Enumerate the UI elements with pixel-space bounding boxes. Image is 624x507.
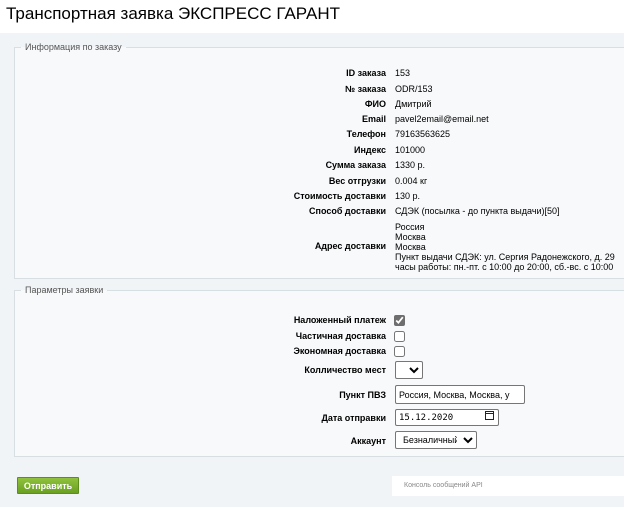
places-label: Колличество мест: [304, 365, 386, 375]
places-select[interactable]: 1: [395, 361, 423, 379]
account-select[interactable]: Безналичный: [395, 431, 477, 449]
address-line: Москва: [395, 232, 426, 242]
partial-delivery-label: Частичная доставка: [295, 331, 386, 341]
address-line: часы работы: пн.-пт. с 10:00 до 20:00, с…: [395, 262, 614, 272]
order-field-value: 1330 р.: [395, 160, 426, 170]
cod-label: Наложенный платеж: [293, 315, 386, 325]
ship-date-label: Дата отправки: [321, 413, 386, 423]
cod-checkbox[interactable]: [394, 315, 405, 326]
pvz-input[interactable]: [395, 385, 525, 404]
order-field-value: 79163563625: [395, 129, 451, 139]
send-button[interactable]: Отправить: [17, 477, 79, 494]
address-line: Россия: [395, 222, 425, 232]
address-value: Россия Москва Москва Пункт выдачи СДЭК: …: [395, 222, 615, 272]
order-field-label: ID заказа: [346, 68, 386, 78]
order-field-label: Способ доставки: [309, 206, 386, 216]
order-field-value: СДЭК (посылка - до пункта выдачи)[50]: [395, 206, 560, 216]
order-field-label: № заказа: [345, 84, 386, 94]
economy-delivery-label: Экономная доставка: [293, 346, 386, 356]
ship-date-input[interactable]: [395, 409, 499, 426]
page-title: Транспортная заявка ЭКСПРЕСС ГАРАНТ: [6, 3, 624, 33]
order-field-label: Email: [361, 114, 386, 124]
pvz-label: Пункт ПВЗ: [339, 390, 386, 400]
account-label: Аккаунт: [350, 436, 386, 446]
order-field-label: Индекс: [353, 145, 386, 155]
params-legend: Параметры заявки: [25, 285, 104, 295]
partial-delivery-checkbox[interactable]: [394, 331, 405, 342]
address-line: Москва: [395, 242, 426, 252]
order-field-label: Телефон: [346, 129, 386, 139]
address-label: Адрес доставки: [314, 241, 386, 251]
economy-delivery-checkbox[interactable]: [394, 346, 405, 357]
order-field-label: Вес отгрузки: [328, 176, 386, 186]
order-field-value: 153: [395, 68, 411, 78]
calendar-icon[interactable]: [485, 411, 494, 420]
order-field-value: pavel2email@email.net: [395, 114, 489, 124]
order-field-value: 130 р.: [395, 191, 421, 201]
address-line: Пункт выдачи СДЭК: ул. Сергия Радонежско…: [395, 252, 615, 262]
order-field-value: ODR/153: [395, 84, 433, 94]
order-field-value: 101000: [395, 145, 426, 155]
order-field-value: Дмитрий: [395, 99, 432, 109]
api-console-link[interactable]: Консоль сообщений API: [392, 476, 624, 496]
order-field-label: Сумма заказа: [325, 160, 386, 170]
order-field-label: Стоимость доставки: [293, 191, 386, 201]
order-info-legend: Информация по заказу: [25, 42, 122, 52]
order-field-value: 0.004 кг: [395, 176, 428, 186]
order-field-label: ФИО: [364, 99, 386, 109]
